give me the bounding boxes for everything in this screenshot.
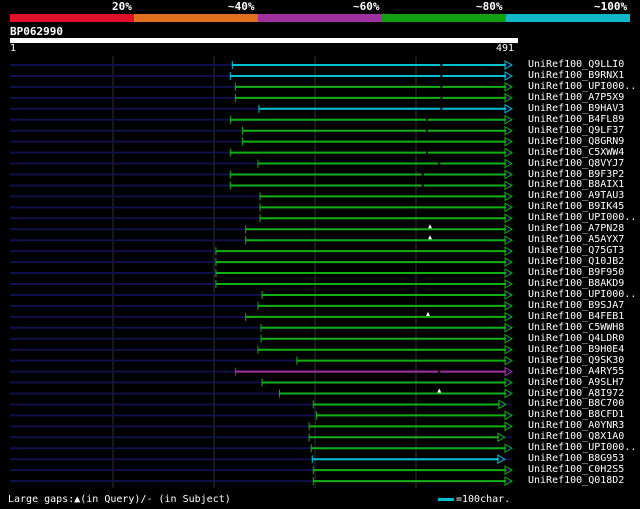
hit-name-link[interactable]: UniRef100_B8CFD1 (528, 409, 624, 420)
hit-name-link[interactable]: UniRef100_A0YNR3 (528, 420, 624, 431)
scale-swatch (438, 497, 454, 501)
hit-name-link[interactable]: UniRef100_Q8X1A0 (528, 431, 624, 442)
hit-name-link[interactable]: UniRef100_Q8VYJ7 (528, 158, 624, 169)
hit-name-link[interactable]: UniRef100_A8I972 (528, 388, 624, 399)
hit-name-link[interactable]: UniRef100_B8AKD9 (528, 278, 624, 289)
hit-name-link[interactable]: UniRef100_A5AYX7 (528, 234, 624, 245)
hit-name-link[interactable]: UniRef100_B9F950 (528, 267, 624, 278)
hit-name-link[interactable]: UniRef100_Q9SK30 (528, 355, 624, 366)
hit-name-link[interactable]: UniRef100_B9HAV3 (528, 103, 624, 114)
hit-name-link[interactable]: UniRef100_C5WWH8 (528, 322, 624, 333)
hit-name-link[interactable]: UniRef100_UPI000.. (528, 81, 636, 92)
hit-name-link[interactable]: UniRef100_B9H0E4 (528, 344, 624, 355)
hit-name-link[interactable]: UniRef100_C0H2S5 (528, 464, 624, 475)
query-gap-marker (428, 235, 433, 240)
hit-name-link[interactable]: UniRef100_Q8GRN9 (528, 136, 624, 147)
hit-name-link[interactable]: UniRef100_A7PN28 (528, 223, 624, 234)
hit-name-link[interactable]: UniRef100_A9SLH7 (528, 377, 624, 388)
query-gap-marker (428, 224, 433, 229)
hit-name-link[interactable]: UniRef100_UPI000.. (528, 212, 636, 223)
hit-name-link[interactable]: UniRef100_Q018D2 (528, 475, 624, 486)
hit-name-link[interactable]: UniRef100_B9F3P2 (528, 169, 624, 180)
hit-name-link[interactable]: UniRef100_A7P5X9 (528, 92, 624, 103)
hit-name-link[interactable]: UniRef100_A9TAU3 (528, 190, 624, 201)
hit-name-link[interactable]: UniRef100_B9SJA7 (528, 300, 624, 311)
gap-legend: Large gaps:▲(in Query)/- (in Subject) (8, 494, 231, 505)
hit-name-link[interactable]: UniRef100_A4RY55 (528, 366, 624, 377)
hit-name-link[interactable]: UniRef100_B9IK45 (528, 201, 624, 212)
hit-name-link[interactable]: UniRef100_UPI000.. (528, 442, 636, 453)
hit-name-link[interactable]: UniRef100_Q4LDR0 (528, 333, 624, 344)
hit-name-link[interactable]: UniRef100_Q9LLI0 (528, 59, 624, 70)
hit-name-link[interactable]: UniRef100_Q9LF37 (528, 125, 624, 136)
scale-label: =100char. (456, 494, 511, 505)
query-gap-marker (425, 311, 430, 316)
hit-name-link[interactable]: UniRef100_C5XWW4 (528, 147, 624, 158)
hit-name-link[interactable]: UniRef100_B8G953 (528, 453, 624, 464)
hit-name-link[interactable]: UniRef100_B4FEB1 (528, 311, 624, 322)
hit-name-link[interactable]: UniRef100_UPI000.. (528, 289, 636, 300)
hit-name-link[interactable]: UniRef100_B9RNX1 (528, 70, 624, 81)
hit-name-link[interactable]: UniRef100_B8C700 (528, 398, 624, 409)
query-gap-marker (437, 388, 442, 393)
hit-name-link[interactable]: UniRef100_Q75GT3 (528, 245, 624, 256)
hit-name-link[interactable]: UniRef100_B4FL89 (528, 114, 624, 125)
hit-name-link[interactable]: UniRef100_B8AIX1 (528, 179, 624, 190)
hit-name-link[interactable]: UniRef100_Q10JB2 (528, 256, 624, 267)
scale-legend: =100char. (438, 494, 510, 505)
